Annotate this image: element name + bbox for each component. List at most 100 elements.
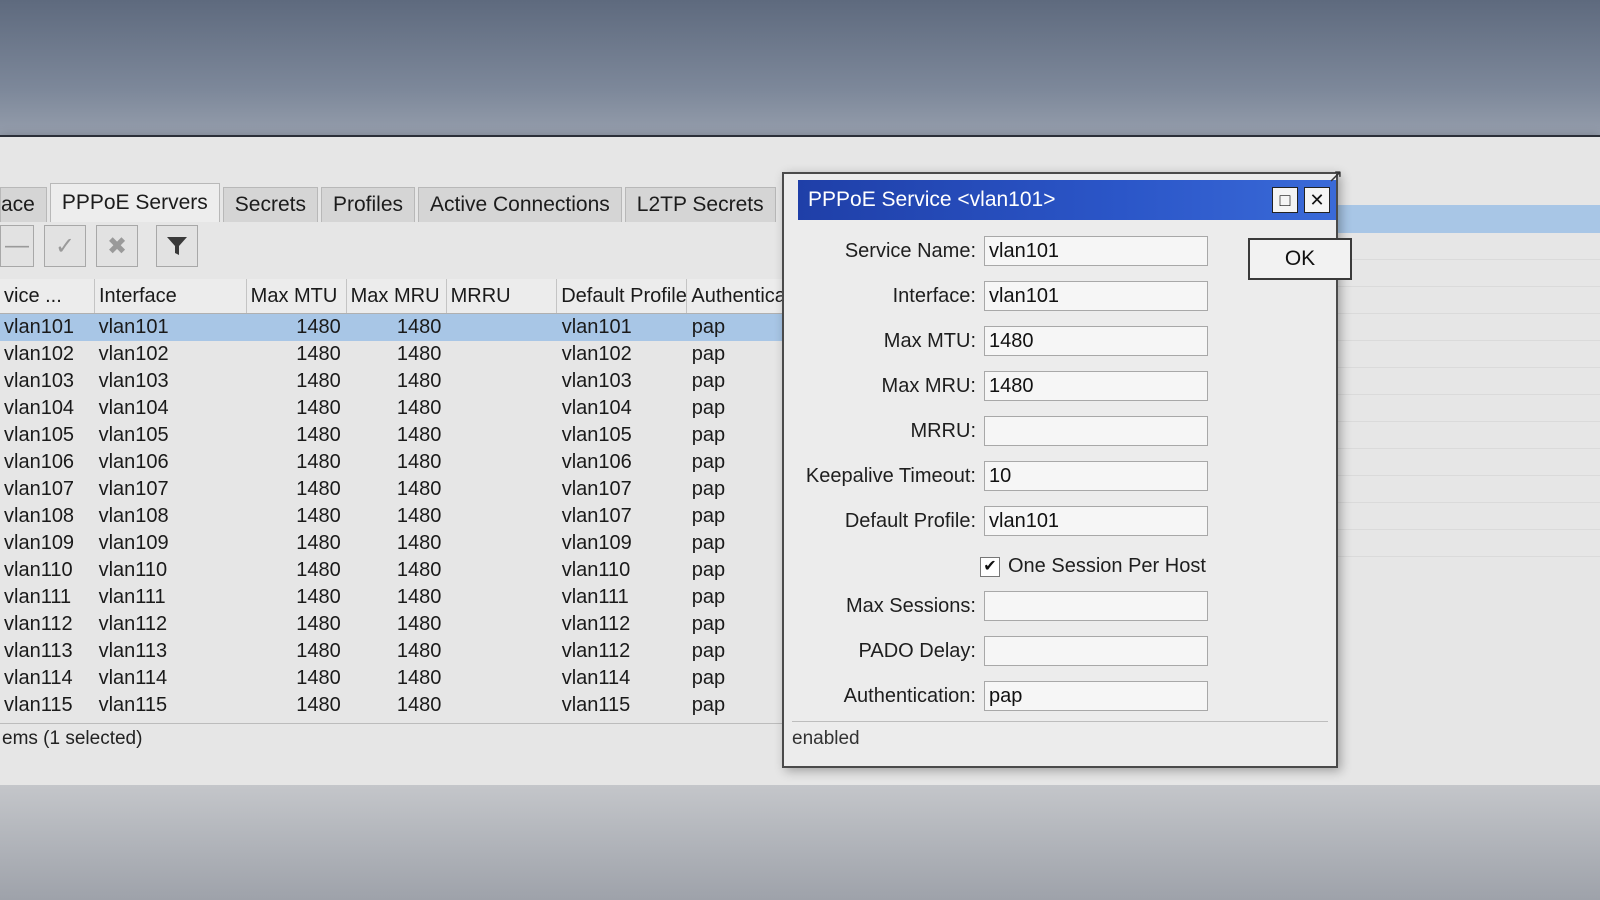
cell-default-profile: vlan109 — [561, 532, 632, 554]
authentication-input[interactable] — [984, 681, 1208, 711]
check-icon: ✓ — [54, 232, 76, 260]
table-row[interactable]: vlan108 vlan108 1480 1480 vlan107 pap — [0, 503, 800, 530]
cell-max-mru: 1480 — [396, 532, 442, 554]
filter-button[interactable] — [156, 225, 198, 267]
cell-interface: vlan109 — [98, 532, 169, 554]
x-icon: ✖ — [106, 232, 128, 260]
table-row[interactable]: vlan106 vlan106 1480 1480 vlan106 pap — [0, 449, 800, 476]
cell-interface: vlan113 — [98, 640, 168, 662]
cell-max-mtu: 1480 — [296, 613, 341, 635]
table-row[interactable]: vlan103 vlan103 1480 1480 vlan103 pap — [0, 368, 800, 395]
max-mru-input[interactable] — [984, 371, 1208, 401]
cell-interface: vlan103 — [98, 370, 169, 392]
table-row[interactable]: vlan110 vlan110 1480 1480 vlan110 pap — [0, 557, 800, 584]
cell-max-mtu: 1480 — [296, 478, 341, 500]
disable-button[interactable]: ✖ — [96, 225, 138, 267]
maximize-button[interactable]: □ — [1272, 187, 1298, 213]
cell-interface: vlan105 — [98, 424, 169, 446]
one-session-per-host-checkbox[interactable]: ✔ One Session Per Host — [980, 555, 1206, 578]
cell-service: vlan110 — [4, 559, 73, 581]
table-row[interactable]: vlan115 vlan115 1480 1480 vlan115 pap — [0, 692, 800, 719]
pppoe-service-dialog: PPPoE Service <vlan101> □ ✕ ↗ Service Na… — [782, 166, 1352, 768]
cell-max-mtu: 1480 — [296, 316, 341, 338]
cell-service: vlan109 — [4, 532, 75, 554]
max-sessions-label: Max Sessions: — [845, 595, 976, 617]
cell-default-profile: vlan104 — [561, 397, 632, 419]
resize-handle-icon[interactable]: ↗ — [1328, 166, 1350, 188]
cell-service: vlan115 — [4, 694, 73, 716]
tab-profiles[interactable]: Profiles — [320, 187, 415, 222]
cell-default-profile: vlan111 — [561, 586, 629, 608]
close-button[interactable]: ✕ — [1304, 187, 1330, 213]
cell-max-mru: 1480 — [396, 370, 442, 392]
remove-button[interactable]: — — [0, 225, 34, 267]
table-row[interactable]: vlan111 vlan111 1480 1480 vlan111 pap — [0, 584, 800, 611]
cell-default-profile: vlan112 — [561, 613, 631, 635]
service-name-input[interactable] — [984, 236, 1208, 266]
tab-active-connections[interactable]: Active Connections — [418, 187, 622, 222]
tab-pppoe-servers[interactable]: PPPoE Servers — [49, 183, 220, 222]
cell-service: vlan102 — [4, 343, 75, 365]
col-max-mru[interactable]: Max MRU — [347, 279, 447, 313]
close-icon: ✕ — [1309, 190, 1325, 210]
cell-interface: vlan114 — [98, 667, 168, 689]
cell-max-mtu: 1480 — [296, 532, 341, 554]
col-default-profile[interactable]: Default Profile — [557, 279, 688, 313]
service-name-label: Service Name: — [844, 240, 976, 262]
cell-max-mtu: 1480 — [296, 694, 341, 716]
cell-max-mtu: 1480 — [296, 586, 341, 608]
enable-button[interactable]: ✓ — [44, 225, 86, 267]
max-sessions-input[interactable] — [984, 591, 1208, 621]
cell-max-mtu: 1480 — [296, 424, 341, 446]
selected-row-extension — [1338, 205, 1600, 233]
cell-max-mru: 1480 — [396, 640, 442, 662]
table-body: vlan101 vlan101 1480 1480 vlan101 pap vlan102 v… — [0, 314, 800, 719]
cell-default-profile: vlan107 — [561, 478, 632, 500]
ok-button[interactable]: OK — [1248, 238, 1352, 280]
cell-interface: vlan112 — [98, 613, 168, 635]
table-row[interactable]: vlan107 vlan107 1480 1480 vlan107 pap — [0, 476, 800, 503]
cell-default-profile: vlan107 — [561, 505, 632, 527]
dialog-title-bar[interactable]: PPPoE Service <vlan101> □ ✕ — [798, 180, 1336, 220]
cell-max-mru: 1480 — [396, 559, 442, 581]
col-mrru[interactable]: MRRU — [447, 279, 558, 313]
mrru-label: MRRU: — [910, 420, 976, 442]
cell-default-profile: vlan105 — [561, 424, 632, 446]
interface-input[interactable] — [984, 281, 1208, 311]
table-row[interactable]: vlan101 vlan101 1480 1480 vlan101 pap — [0, 314, 800, 341]
table-row[interactable]: vlan104 vlan104 1480 1480 vlan104 pap — [0, 395, 800, 422]
cell-interface: vlan106 — [98, 451, 169, 473]
col-max-mtu[interactable]: Max MTU — [247, 279, 347, 313]
servers-table: vice ... Interface Max MTU Max MRU MRRU … — [0, 279, 800, 719]
cell-max-mtu: 1480 — [296, 640, 341, 662]
keepalive-timeout-input[interactable] — [984, 461, 1208, 491]
tab-l2tp-secrets[interactable]: L2TP Secrets — [624, 187, 776, 222]
interface-label: Interface: — [892, 285, 976, 307]
table-row[interactable]: vlan109 vlan109 1480 1480 vlan109 pap — [0, 530, 800, 557]
cell-max-mru: 1480 — [396, 667, 442, 689]
col-service[interactable]: vice ... — [0, 279, 95, 313]
one-session-per-host-label: One Session Per Host — [1008, 555, 1206, 577]
tab-interface[interactable]: ace — [0, 187, 47, 222]
table-row[interactable]: vlan102 vlan102 1480 1480 vlan102 pap — [0, 341, 800, 368]
items-status: ems (1 selected) — [0, 723, 792, 754]
mrru-input[interactable] — [984, 416, 1208, 446]
col-interface[interactable]: Interface — [95, 279, 247, 313]
table-row[interactable]: vlan114 vlan114 1480 1480 vlan114 pap — [0, 665, 800, 692]
cell-max-mtu: 1480 — [296, 505, 341, 527]
max-mtu-input[interactable] — [984, 326, 1208, 356]
pado-delay-input[interactable] — [984, 636, 1208, 666]
toolbar: — ✓ ✖ — [0, 225, 800, 273]
cell-max-mru: 1480 — [396, 505, 442, 527]
default-profile-select[interactable] — [984, 506, 1208, 536]
table-row[interactable]: vlan112 vlan112 1480 1480 vlan112 pap — [0, 611, 800, 638]
cell-interface: vlan108 — [98, 505, 169, 527]
grid-background — [1338, 233, 1600, 583]
cell-service: vlan103 — [4, 370, 75, 392]
table-row[interactable]: vlan105 vlan105 1480 1480 vlan105 pap — [0, 422, 800, 449]
maximize-icon: □ — [1279, 190, 1291, 210]
table-row[interactable]: vlan113 vlan113 1480 1480 vlan112 pap — [0, 638, 800, 665]
tab-bar: ace PPPoE Servers Secrets Profiles Activ… — [0, 182, 800, 222]
tab-secrets[interactable]: Secrets — [222, 187, 318, 222]
cell-max-mtu: 1480 — [296, 451, 341, 473]
